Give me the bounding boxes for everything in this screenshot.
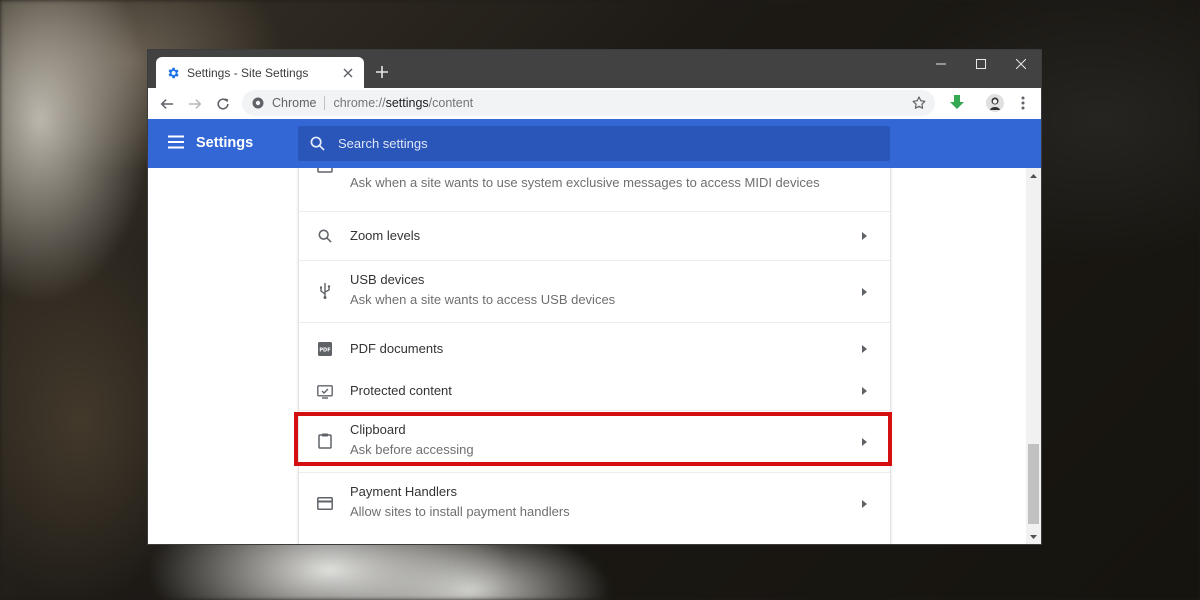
scroll-down-arrow-icon[interactable] [1026,529,1041,544]
browser-toolbar: Chrome chrome://settings/content [148,88,1041,119]
list-item-payment-handlers[interactable]: Payment Handlers Allow sites to install … [299,472,890,534]
url-text: chrome://settings/content [333,96,473,110]
scrollbar-thumb[interactable] [1028,444,1039,524]
site-settings-content: Ask when a site wants to use system excl… [148,168,1026,544]
row-subtitle: Allow sites to install payment handlers [350,504,570,519]
settings-header: Settings [148,119,1041,168]
chevron-right-icon [860,288,868,296]
row-title: Clipboard [350,422,406,437]
protected-content-icon [317,384,333,400]
maximize-icon[interactable] [961,50,1001,78]
scroll-up-arrow-icon[interactable] [1026,168,1041,183]
list-item-zoom-levels[interactable]: Zoom levels [299,211,890,260]
usb-icon [317,283,333,299]
list-item-usb-devices[interactable]: USB devices Ask when a site wants to acc… [299,260,890,322]
clipboard-icon [317,433,333,449]
new-tab-icon[interactable] [374,64,390,80]
row-subtitle: Ask when a site wants to access USB devi… [350,292,616,307]
settings-title: Settings [196,135,254,151]
tab-title: Settings - Site Settings [187,65,309,80]
tab-site-settings[interactable]: Settings - Site Settings [156,57,364,88]
url-scheme: chrome:// [333,96,386,110]
chrome-site-icon [252,97,264,109]
row-title: PDF documents [350,341,444,356]
search-icon [310,136,326,152]
chrome-window: Settings - Site Settings Chrome chrome:/… [148,50,1041,544]
minimize-icon[interactable] [921,50,961,78]
list-item-clipboard[interactable]: Clipboard Ask before accessing [299,410,890,472]
row-subtitle: Ask before accessing [350,442,474,457]
chevron-right-icon [860,345,868,353]
row-subtitle: Ask when a site wants to use system excl… [350,175,820,190]
row-title: Protected content [350,383,452,398]
payment-card-icon [317,495,333,511]
gear-icon [166,66,180,80]
search-settings-box[interactable] [298,126,890,161]
site-chip-label: Chrome [272,96,317,110]
midi-icon [317,168,333,176]
search-icon [317,228,333,244]
bookmark-star-icon[interactable] [911,95,927,111]
chevron-right-icon [860,387,868,395]
hamburger-menu-icon[interactable] [168,135,186,153]
row-title: USB devices [350,272,425,287]
tab-strip: Settings - Site Settings [148,50,1041,88]
pdf-icon-text: PDF [319,348,330,354]
chevron-right-icon [860,232,868,240]
row-title: Payment Handlers [350,484,457,499]
search-settings-input[interactable] [338,128,890,159]
close-tab-icon[interactable] [340,65,356,81]
more-menu-icon[interactable] [1009,89,1037,117]
address-bar[interactable]: Chrome chrome://settings/content [242,90,935,116]
row-title: Zoom levels [350,228,421,243]
list-item-midi-devices[interactable]: Ask when a site wants to use system excl… [299,168,890,211]
list-item-protected-content[interactable]: Protected content [299,373,890,410]
close-window-icon[interactable] [1001,50,1041,78]
download-arrow-icon[interactable] [943,89,971,117]
toolbar-right-group [943,89,1037,117]
window-controls [921,50,1041,78]
list-item-pdf-documents[interactable]: PDF PDF documents [299,322,890,373]
profile-avatar-icon[interactable] [981,89,1009,117]
site-settings-card: Ask when a site wants to use system excl… [298,168,891,544]
pdf-icon: PDF [317,341,333,357]
back-arrow-icon[interactable] [153,90,181,118]
url-path: /content [428,96,474,110]
reload-icon[interactable] [209,90,237,118]
chevron-right-icon [860,438,868,446]
url-host: settings [385,96,429,110]
address-separator [324,96,326,110]
forward-arrow-icon[interactable] [181,90,209,118]
chevron-right-icon [860,500,868,508]
vertical-scrollbar[interactable] [1026,168,1041,544]
